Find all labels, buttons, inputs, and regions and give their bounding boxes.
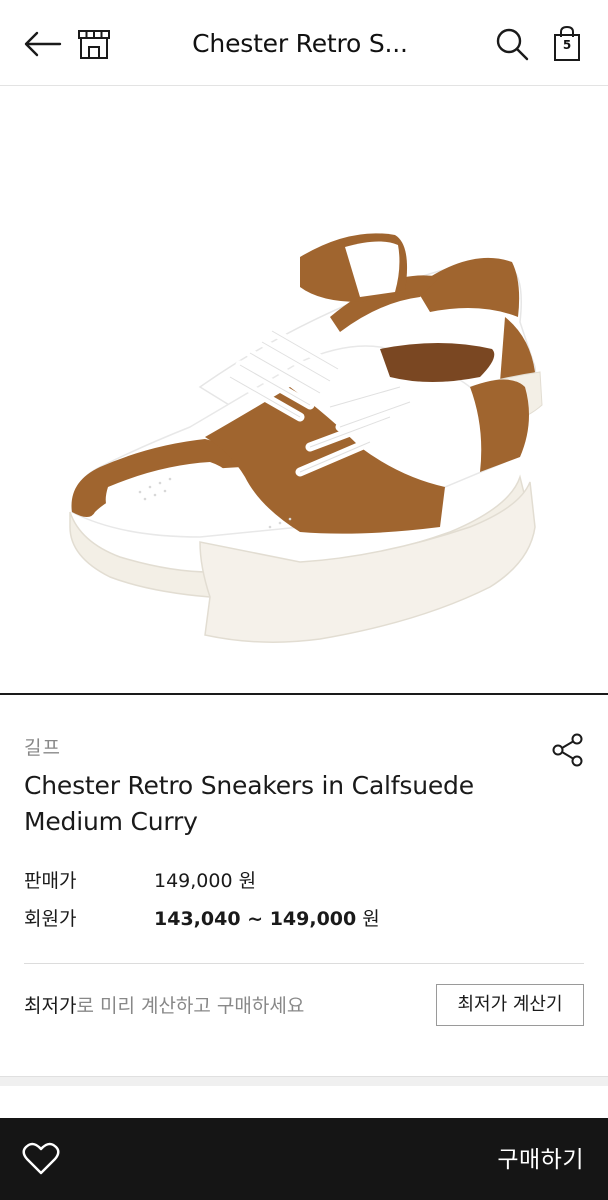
buy-button[interactable]: 구매하기 bbox=[497, 1140, 584, 1180]
cart-count-badge: 5 bbox=[562, 38, 572, 52]
search-icon bbox=[496, 28, 529, 61]
sale-price-label: 판매가 bbox=[24, 870, 77, 892]
store-icon bbox=[78, 30, 110, 59]
bottom-action-bar: 구매하기 bbox=[0, 1118, 608, 1200]
member-price-unit: 원 bbox=[362, 908, 380, 930]
store-button[interactable] bbox=[72, 22, 116, 66]
member-price-label: 회원가 bbox=[24, 908, 77, 930]
lowest-price-calculator-button[interactable]: 최저가 계산기 bbox=[436, 984, 584, 1026]
product-image[interactable] bbox=[0, 87, 608, 694]
sale-price-amount: 149,000 bbox=[154, 870, 233, 892]
brand-name[interactable]: 길프 bbox=[24, 733, 61, 760]
member-price-amount: 143,040 ~ 149,000 bbox=[154, 908, 357, 930]
wishlist-button[interactable] bbox=[18, 1136, 64, 1182]
info-divider bbox=[24, 963, 584, 964]
sale-price-unit: 원 bbox=[238, 870, 257, 892]
front-sneaker bbox=[69, 326, 536, 643]
section-separator bbox=[0, 1076, 608, 1086]
back-arrow-icon bbox=[24, 31, 62, 57]
product-name: Chester Retro Sneakers in Calfsuede Medi… bbox=[24, 771, 474, 836]
search-button[interactable] bbox=[490, 22, 534, 66]
page-title: Chester Retro S... bbox=[192, 29, 408, 58]
sale-price-value: 149,000 원 bbox=[154, 866, 256, 893]
member-price-value: 143,040 ~ 149,000 원 bbox=[154, 904, 380, 931]
back-button[interactable] bbox=[20, 22, 64, 66]
image-divider bbox=[0, 693, 608, 695]
lowest-price-strong: 최저가 bbox=[24, 995, 77, 1017]
sale-price-row: 판매가 149,000 원 bbox=[24, 866, 584, 896]
share-icon bbox=[552, 733, 583, 767]
lowest-price-prompt: 최저가로 미리 계산하고 구매하세요 bbox=[24, 991, 304, 1018]
share-button[interactable] bbox=[546, 728, 590, 772]
product-detail-page: Chester Retro S... 5 길프 Chester Retro Sn… bbox=[0, 0, 608, 1200]
sneakers-illustration bbox=[69, 233, 543, 643]
member-price-row: 회원가 143,040 ~ 149,000 원 bbox=[24, 904, 584, 934]
heart-icon bbox=[22, 1142, 60, 1175]
lowest-price-rest: 로 미리 계산하고 구매하세요 bbox=[76, 995, 305, 1017]
cart-button[interactable]: 5 bbox=[545, 22, 589, 66]
top-header: Chester Retro S... 5 bbox=[0, 0, 608, 86]
